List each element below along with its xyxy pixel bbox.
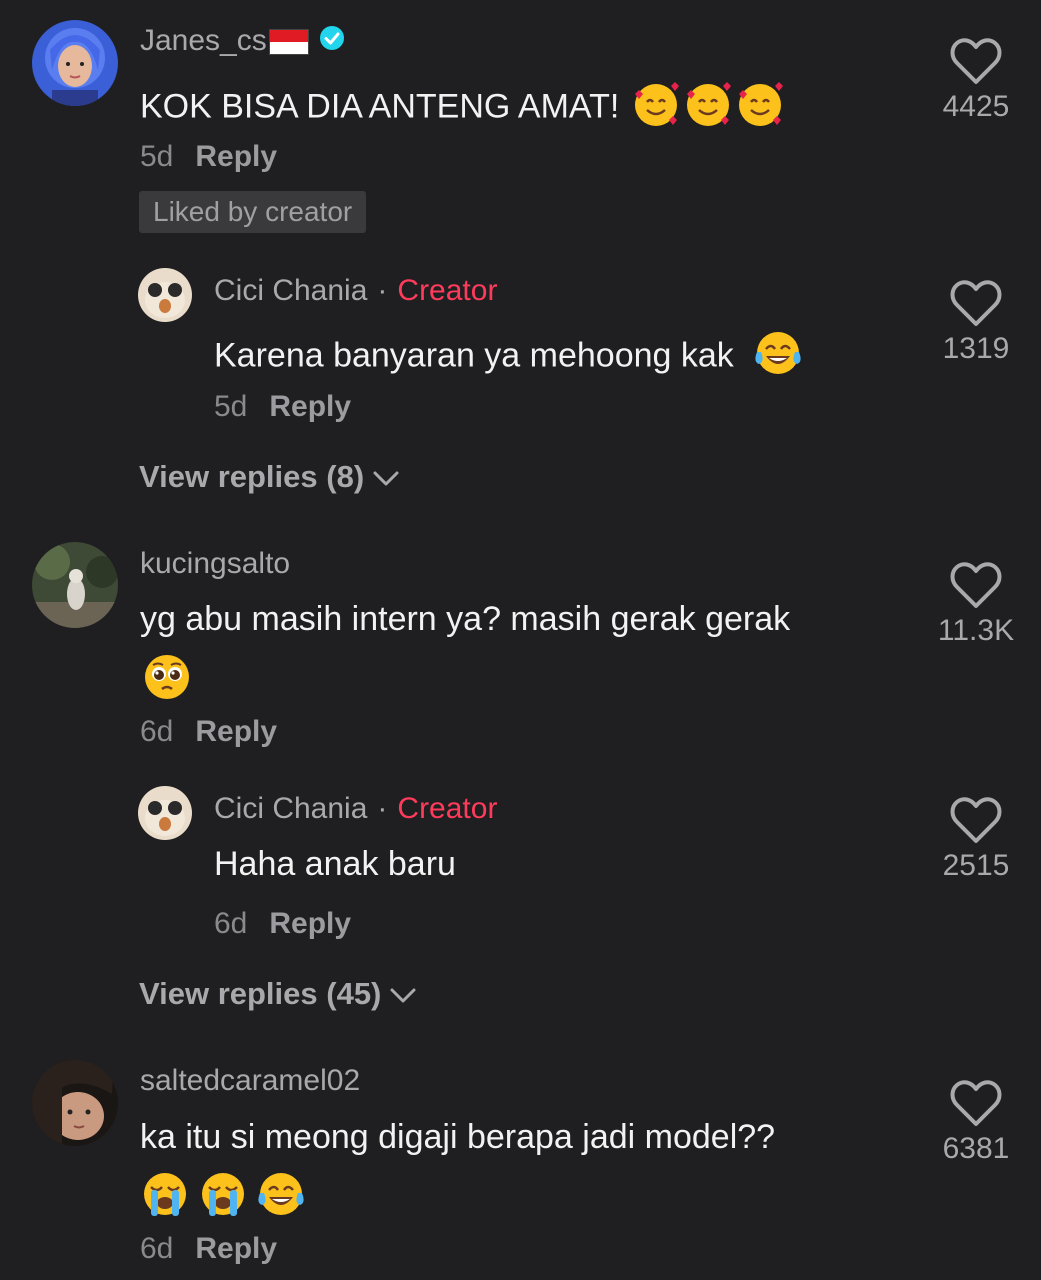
avatar-cici-chania[interactable]	[138, 268, 192, 322]
avatar-janes-cs[interactable]	[32, 20, 118, 106]
view-replies-button[interactable]: View replies (45)	[139, 976, 417, 1012]
reply-meta: 5d Reply	[214, 390, 351, 424]
face-with-tears-of-joy-icon	[256, 1171, 306, 1222]
smiling-face-with-hearts-icon	[735, 80, 785, 137]
reply-username[interactable]: Cici Chania · Creator	[214, 274, 497, 308]
loudly-crying-face-icon	[140, 1170, 190, 1223]
reply-text: Haha anak baru	[214, 845, 456, 883]
comment-time: 6d	[140, 715, 174, 748]
comment-username[interactable]: kucingsalto	[140, 547, 290, 581]
reply-button[interactable]: Reply	[269, 907, 351, 940]
comment-text: yg abu masih intern ya? masih gerak gera…	[140, 600, 791, 638]
reply-button[interactable]: Reply	[195, 140, 277, 173]
reply-button[interactable]: Reply	[195, 1232, 277, 1265]
view-replies-button[interactable]: View replies (8)	[139, 459, 400, 495]
heart-icon	[950, 280, 1002, 326]
like-count: 2515	[942, 849, 1010, 882]
liked-by-creator-badge: Liked by creator	[139, 191, 367, 233]
comment-time: 5d	[140, 140, 174, 173]
reply-username[interactable]: Cici Chania · Creator	[214, 792, 497, 826]
comments-screen: Janes_cs KOK BISA DIA ANTENG AMAT! 5d Rep…	[0, 0, 1041, 1280]
like-button[interactable]: 11.3K	[926, 562, 1026, 648]
smiling-face-with-hearts-icon	[683, 80, 733, 137]
heart-icon	[950, 562, 1002, 608]
creator-tag: Creator	[397, 274, 498, 307]
comment-username[interactable]: Janes_cs	[140, 24, 345, 59]
like-count: 6381	[942, 1132, 1010, 1165]
like-button[interactable]: 1319	[926, 280, 1026, 366]
pleading-face-icon	[142, 652, 192, 707]
comment-text: KOK BISA DIA ANTENG AMAT!	[140, 80, 785, 137]
like-count: 4425	[942, 90, 1010, 123]
heart-icon	[950, 38, 1002, 84]
comment-time: 6d	[140, 1232, 174, 1265]
loudly-crying-face-icon	[198, 1170, 248, 1223]
smiling-face-with-hearts-icon	[631, 80, 681, 137]
heart-icon	[950, 1080, 1002, 1126]
avatar-saltedcaramel02[interactable]	[32, 1060, 118, 1146]
comment-emojis	[140, 1170, 306, 1223]
avatar-kucingsalto[interactable]	[32, 542, 118, 628]
avatar-cici-chania[interactable]	[138, 786, 192, 840]
verified-badge-icon	[319, 25, 345, 59]
indonesia-flag-icon	[268, 29, 309, 56]
comment-text: ka itu si meong digaji berapa jadi model…	[140, 1118, 776, 1156]
comment-meta: 5d Reply	[140, 140, 277, 174]
like-button[interactable]: 6381	[926, 1080, 1026, 1166]
chevron-down-icon	[390, 988, 416, 1003]
heart-icon	[950, 797, 1002, 843]
reply-text: Karena banyaran ya mehoong kak	[214, 330, 803, 385]
comment-meta: 6d Reply	[140, 1232, 277, 1266]
like-button[interactable]: 4425	[926, 38, 1026, 124]
like-count: 1319	[942, 332, 1010, 365]
creator-tag: Creator	[397, 792, 498, 825]
chevron-down-icon	[373, 471, 399, 486]
reply-meta: 6d Reply	[214, 907, 351, 941]
reply-time: 5d	[214, 390, 248, 423]
reply-button[interactable]: Reply	[269, 390, 351, 423]
reply-time: 6d	[214, 907, 248, 940]
face-with-tears-of-joy-icon	[753, 330, 803, 385]
reply-button[interactable]: Reply	[195, 715, 277, 748]
comment-meta: 6d Reply	[140, 715, 277, 749]
like-button[interactable]: 2515	[926, 797, 1026, 883]
comment-username[interactable]: saltedcaramel02	[140, 1064, 360, 1098]
like-count: 11.3K	[937, 614, 1015, 647]
